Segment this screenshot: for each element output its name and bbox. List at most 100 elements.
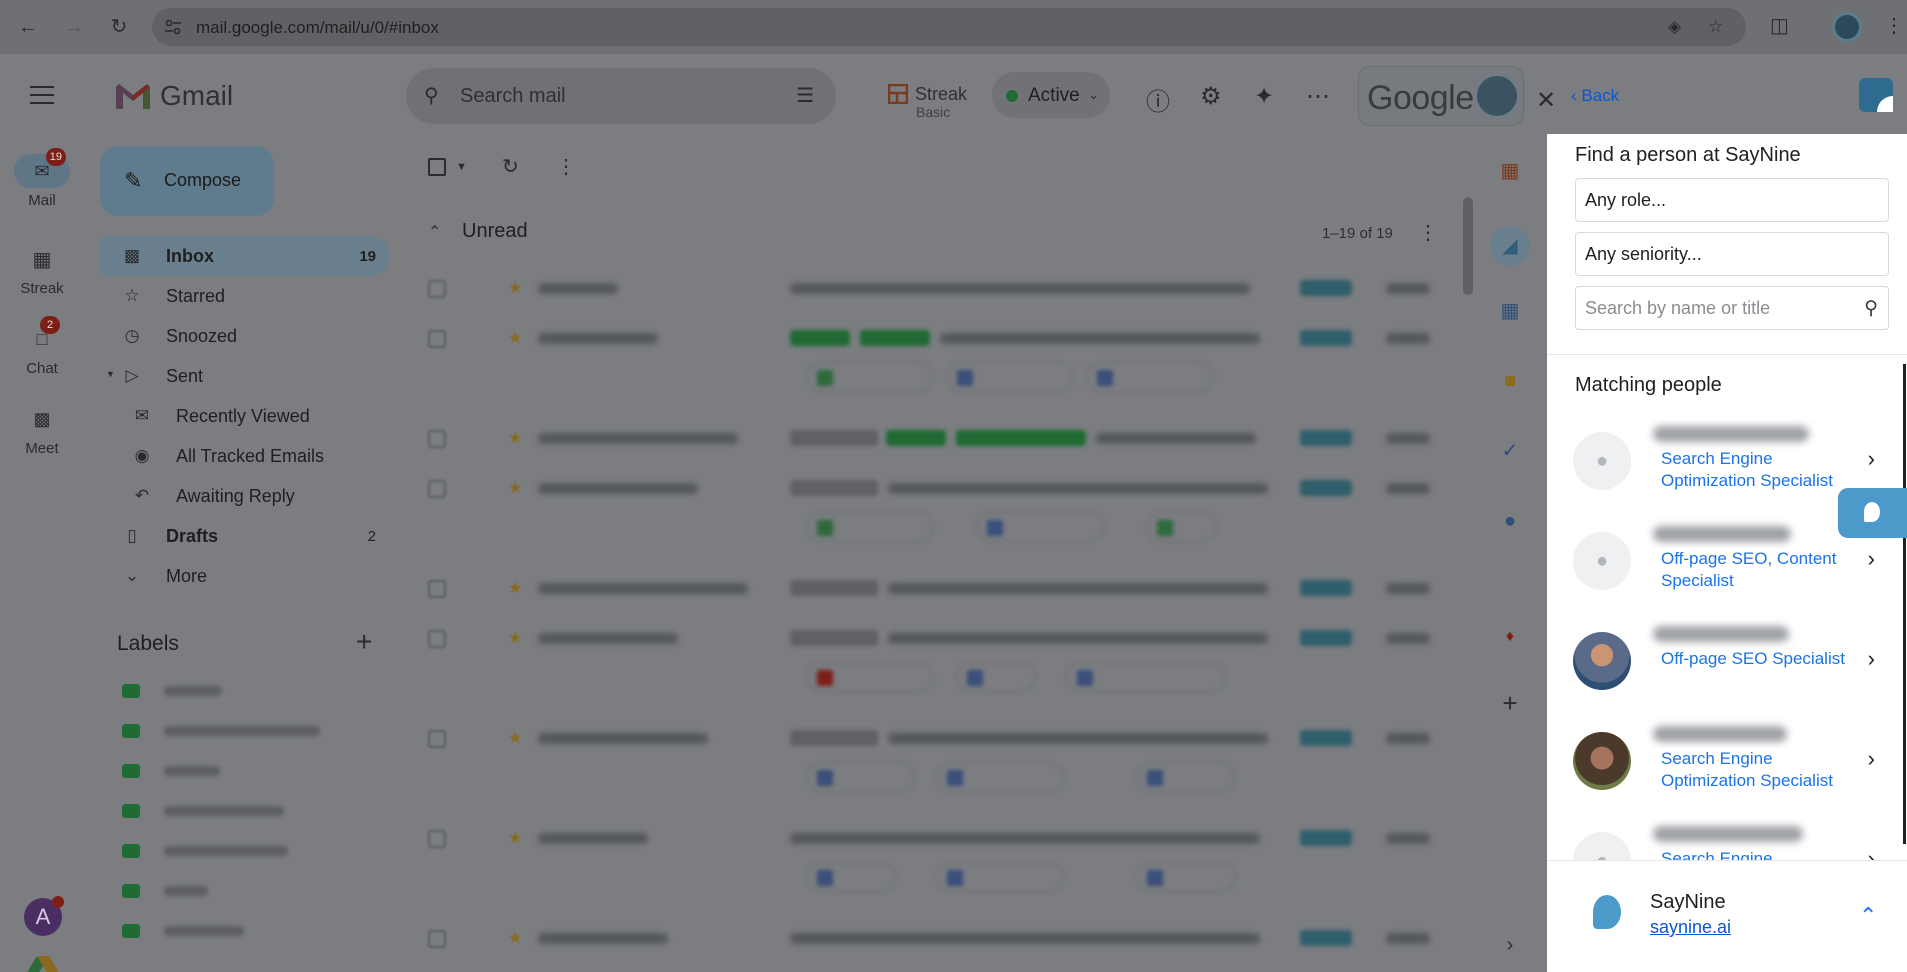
mail-list-scrollbar[interactable] <box>1463 197 1473 295</box>
streak-name[interactable]: Streak <box>915 84 967 105</box>
help-icon[interactable]: ⓘ <box>1146 82 1170 117</box>
nav-awaiting-reply[interactable]: ↶ Awaiting Reply <box>100 476 390 516</box>
compose-button[interactable]: ✎ Compose <box>100 146 274 216</box>
select-all-checkbox[interactable] <box>428 158 446 176</box>
attachment-chip[interactable] <box>936 862 1064 892</box>
attachment-chip[interactable] <box>806 362 934 392</box>
google-drive-icon[interactable] <box>24 954 62 972</box>
row-checkbox[interactable] <box>428 580 446 598</box>
chevron-right-icon[interactable]: › <box>1868 446 1875 472</box>
address-bar[interactable]: mail.google.com/mail/u/0/#inbox ◈ ☆ <box>152 8 1746 46</box>
attachment-chip[interactable] <box>1066 662 1226 692</box>
streak-addon-icon[interactable]: ▦ <box>1497 158 1523 184</box>
nav-recently-viewed[interactable]: ✉ Recently Viewed <box>100 396 390 436</box>
company-website-link[interactable]: saynine.ai <box>1650 917 1731 938</box>
attachment-chip[interactable] <box>806 662 934 692</box>
google-account-switcher[interactable]: Google <box>1358 66 1524 126</box>
rail-chat[interactable]: □ 2 Chat <box>14 316 70 377</box>
person-card[interactable]: ● Search Engine › <box>1573 818 1883 860</box>
extensions-icon[interactable]: ◫ <box>1770 13 1789 38</box>
close-panel-icon[interactable]: ✕ <box>1536 86 1556 115</box>
select-caret-icon[interactable]: ▼ <box>456 161 467 173</box>
label-item[interactable] <box>122 796 322 826</box>
attachment-chip[interactable] <box>806 862 896 892</box>
attachment-chip[interactable] <box>946 362 1074 392</box>
attachment-chip[interactable] <box>806 512 934 542</box>
row-checkbox[interactable] <box>428 630 446 648</box>
person-card[interactable]: ● Search Engine Optimization Specialist … <box>1573 418 1883 514</box>
chevron-right-icon[interactable]: › <box>1868 546 1875 572</box>
star-icon[interactable]: ★ <box>508 428 522 448</box>
attachment-chip[interactable] <box>976 512 1104 542</box>
attachment-chip[interactable] <box>1136 762 1236 792</box>
star-icon[interactable]: ★ <box>508 828 522 848</box>
attachment-chip[interactable] <box>806 762 916 792</box>
rail-mail[interactable]: ✉ 19 Mail <box>14 148 70 209</box>
saynine-floating-button[interactable] <box>1838 488 1907 538</box>
gemini-sparkle-icon[interactable]: ✦ <box>1254 82 1274 111</box>
attachment-chip[interactable] <box>1146 512 1216 542</box>
search-icon[interactable]: ⚲ <box>1864 297 1878 320</box>
keep-icon[interactable]: ■ <box>1497 368 1523 394</box>
label-item[interactable] <box>122 716 322 746</box>
saynine-addon-icon[interactable]: ◢ <box>1490 226 1530 266</box>
add-label-icon[interactable]: + <box>356 626 372 658</box>
star-icon[interactable]: ★ <box>508 628 522 648</box>
section-menu-icon[interactable]: ⋮ <box>1418 220 1438 245</box>
attachment-chip[interactable] <box>936 762 1064 792</box>
expand-caret-icon[interactable]: ▼ <box>106 369 115 379</box>
panel-scrollbar[interactable] <box>1903 364 1906 844</box>
search-mail-box[interactable]: ⚲ Search mail ☰ <box>406 68 836 124</box>
tasks-icon[interactable]: ✓ <box>1497 438 1523 464</box>
row-checkbox[interactable] <box>428 480 446 498</box>
collapse-section-icon[interactable]: ⌃ <box>428 222 441 242</box>
chevron-up-icon[interactable]: ⌃ <box>1859 903 1877 929</box>
add-addon-icon[interactable]: + <box>1497 690 1523 716</box>
reload-icon[interactable]: ↻ <box>103 11 135 43</box>
nav-more[interactable]: ⌄ More <box>100 556 390 596</box>
chrome-menu-icon[interactable]: ⋮ <box>1884 13 1904 38</box>
contacts-icon[interactable]: ● <box>1497 508 1523 534</box>
main-menu-icon[interactable] <box>30 86 54 110</box>
nav-sent[interactable]: ▼ ▷ Sent <box>100 356 390 396</box>
site-settings-icon[interactable] <box>164 18 182 36</box>
label-item[interactable] <box>122 836 322 866</box>
nav-inbox[interactable]: ▩ Inbox 19 <box>100 236 390 276</box>
forward-arrow-icon[interactable]: → <box>58 11 90 43</box>
label-item[interactable] <box>122 876 322 906</box>
person-card[interactable]: Search Engine Optimization Specialist › <box>1573 718 1883 814</box>
label-item[interactable] <box>122 756 322 786</box>
bookmark-star-icon[interactable]: ☆ <box>1708 17 1723 37</box>
settings-gear-icon[interactable]: ⚙ <box>1200 82 1222 111</box>
chevron-right-icon[interactable]: › <box>1868 846 1875 860</box>
star-icon[interactable]: ★ <box>508 728 522 748</box>
refresh-icon[interactable]: ↻ <box>502 154 519 179</box>
back-arrow-icon[interactable]: ← <box>12 11 44 43</box>
person-card[interactable]: Off-page SEO Specialist › <box>1573 618 1883 714</box>
star-icon[interactable]: ★ <box>508 928 522 948</box>
attachment-chip[interactable] <box>956 662 1036 692</box>
search-options-icon[interactable]: ☰ <box>796 83 814 108</box>
chevron-right-icon[interactable]: › <box>1868 746 1875 772</box>
nav-snoozed[interactable]: ◷ Snoozed <box>100 316 390 356</box>
password-key-icon[interactable]: ◈ <box>1668 17 1681 37</box>
nav-starred[interactable]: ☆ Starred <box>100 276 390 316</box>
account-avatar[interactable]: A <box>24 896 64 936</box>
calendar-icon[interactable]: ▦ <box>1497 298 1523 324</box>
back-link[interactable]: ‹ Back <box>1571 86 1619 106</box>
label-item[interactable] <box>122 916 322 946</box>
addon-extra-icon[interactable]: ♦ <box>1497 624 1523 650</box>
person-card[interactable]: ● Off-page SEO, Content Specialist › <box>1573 518 1883 614</box>
row-checkbox[interactable] <box>428 330 446 348</box>
row-checkbox[interactable] <box>428 730 446 748</box>
status-selector[interactable]: Active ⌄ <box>992 72 1110 118</box>
gmail-logo[interactable]: Gmail <box>114 80 233 112</box>
nav-all-tracked[interactable]: ◉ All Tracked Emails <box>100 436 390 476</box>
nav-drafts[interactable]: ▯ Drafts 2 <box>100 516 390 556</box>
star-icon[interactable]: ★ <box>508 578 522 598</box>
people-search-input[interactable]: Search by name or title ⚲ <box>1575 286 1889 330</box>
role-select[interactable]: Any role... <box>1575 178 1889 222</box>
rail-streak[interactable]: ▦ Streak <box>14 242 70 298</box>
chevron-right-icon[interactable]: › <box>1868 646 1875 672</box>
star-icon[interactable]: ★ <box>508 278 522 298</box>
